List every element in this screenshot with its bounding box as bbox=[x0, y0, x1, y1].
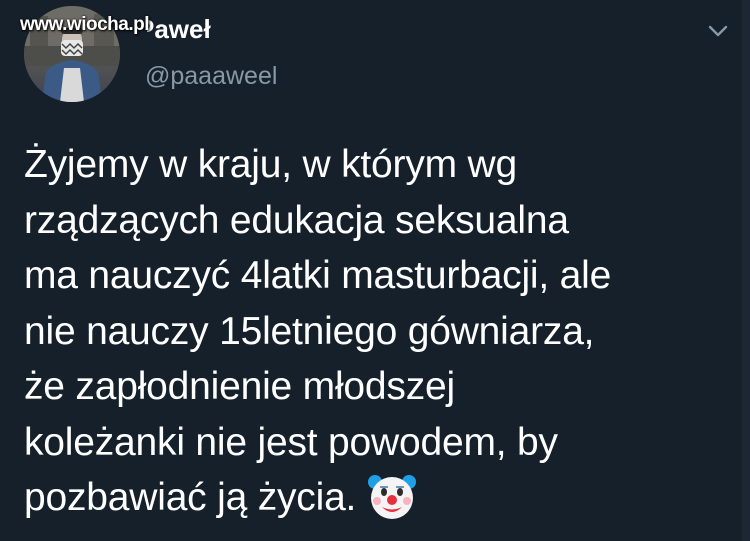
tweet-text-line: Żyjemy w kraju, w którym wg bbox=[24, 143, 517, 186]
chevron-down-icon[interactable] bbox=[704, 20, 732, 42]
tweet-text-line: nie nauczy 15letniego gówniarza, bbox=[24, 309, 595, 353]
clown-face-icon bbox=[366, 470, 418, 522]
tweet-text-line: ma nauczyć 4latki masturbacji, ale bbox=[24, 254, 612, 297]
tweet-text-line: koleżanki nie jest powodem, by bbox=[24, 420, 558, 464]
tweet-text: Żyjemy w kraju, w którym wg rządzących e… bbox=[24, 137, 734, 526]
scrollbar-track[interactable] bbox=[742, 0, 750, 541]
tweet: www.wiocha.pl Paweł @paaaweel Żyjemy w k… bbox=[0, 0, 750, 541]
tweet-text-last-line: pozbawiać ją życia. bbox=[24, 470, 734, 526]
tweet-text-line: pozbawiać ją życia. bbox=[24, 476, 357, 519]
tweet-text-line: że zapłodnienie młodszej bbox=[24, 365, 455, 408]
user-handle[interactable]: @paaaweel bbox=[145, 62, 277, 91]
tweet-text-line: rządzących edukacja seksualna bbox=[24, 198, 569, 242]
watermark: www.wiocha.pl bbox=[20, 14, 149, 35]
